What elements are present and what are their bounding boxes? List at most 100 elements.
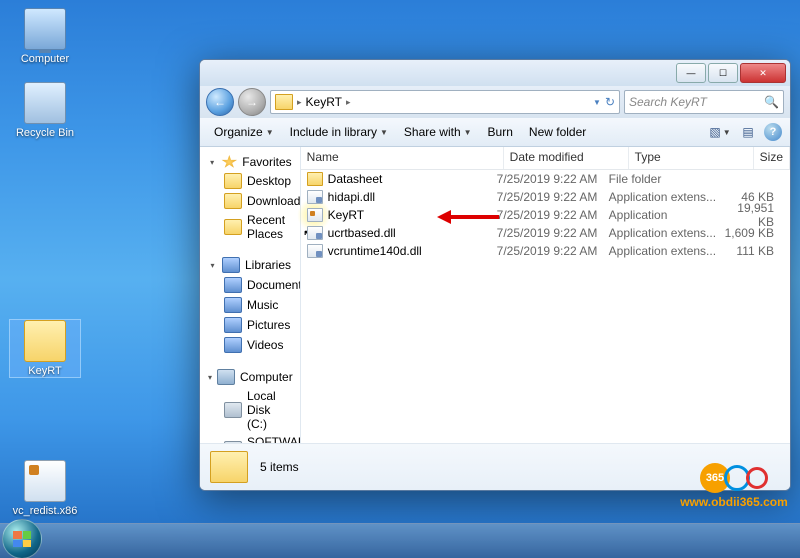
folder-icon xyxy=(210,451,248,483)
nav-item-downloads[interactable]: Downloads xyxy=(200,191,300,211)
minimize-button[interactable]: — xyxy=(676,63,706,83)
nav-libraries[interactable]: ▾Libraries xyxy=(200,255,300,275)
nav-item-documents[interactable]: Documents xyxy=(200,275,300,295)
windows-logo-icon xyxy=(13,531,31,547)
computer-icon xyxy=(24,8,66,50)
file-icon xyxy=(307,244,323,258)
videos-icon xyxy=(224,337,242,353)
new-folder-button[interactable]: New folder xyxy=(523,123,592,141)
watermark-ring-icon xyxy=(746,467,768,489)
file-date: 7/25/2019 9:22 AM xyxy=(497,226,609,240)
nav-computer[interactable]: ▾Computer xyxy=(200,367,300,387)
file-icon xyxy=(307,190,323,204)
breadcrumb-sep: ▸ xyxy=(346,97,351,108)
nav-item-music[interactable]: Music xyxy=(200,295,300,315)
file-list: Name Date modified Type Size ↖ Datasheet… xyxy=(301,147,790,443)
file-size: 19,951 KB xyxy=(721,201,790,229)
file-name: KeyRT xyxy=(328,208,364,222)
pictures-icon xyxy=(224,317,242,333)
installer-icon xyxy=(24,460,66,502)
file-row[interactable]: vcruntime140d.dll 7/25/2019 9:22 AMApplic… xyxy=(301,242,790,260)
desktop-icon-keyrt[interactable]: KeyRT xyxy=(10,320,80,377)
file-name: Datasheet xyxy=(328,172,383,186)
desktop-icon-recycle-bin[interactable]: Recycle Bin xyxy=(10,82,80,139)
help-button[interactable]: ? xyxy=(764,123,782,141)
file-date: 7/25/2019 9:22 AM xyxy=(497,208,609,222)
search-placeholder: Search KeyRT xyxy=(629,95,707,109)
file-type: File folder xyxy=(609,172,721,186)
folder-icon xyxy=(224,173,242,189)
start-button[interactable] xyxy=(2,519,42,558)
drive-icon xyxy=(224,402,242,418)
col-size[interactable]: Size xyxy=(754,147,790,169)
file-date: 7/25/2019 9:22 AM xyxy=(497,172,609,186)
star-icon xyxy=(221,155,237,169)
file-name: vcruntime140d.dll xyxy=(328,244,422,258)
file-row[interactable]: hidapi.dll 7/25/2019 9:22 AMApplication e… xyxy=(301,188,790,206)
column-headers: Name Date modified Type Size xyxy=(301,147,790,170)
forward-button[interactable]: → xyxy=(238,88,266,116)
close-button[interactable]: ✕ xyxy=(740,63,786,83)
taskbar[interactable] xyxy=(0,523,800,558)
file-row[interactable]: Datasheet 7/25/2019 9:22 AMFile folder xyxy=(301,170,790,188)
window-body: ▾Favorites Desktop Downloads Recent Plac… xyxy=(200,147,790,443)
toolbar: Organize▼ Include in library▼ Share with… xyxy=(200,118,790,147)
organize-button[interactable]: Organize▼ xyxy=(208,123,280,141)
file-date: 7/25/2019 9:22 AM xyxy=(497,190,609,204)
search-icon: 🔍 xyxy=(764,95,779,109)
folder-icon xyxy=(224,193,242,209)
file-row[interactable]: ucrtbased.dll 7/25/2019 9:22 AMApplicatio… xyxy=(301,224,790,242)
file-type: Application extens... xyxy=(609,244,721,258)
col-date[interactable]: Date modified xyxy=(504,147,629,169)
desktop-icon-computer[interactable]: Computer xyxy=(10,8,80,65)
documents-icon xyxy=(224,277,242,293)
titlebar[interactable]: — ☐ ✕ xyxy=(200,60,790,86)
maximize-button[interactable]: ☐ xyxy=(708,63,738,83)
nav-item-videos[interactable]: Videos xyxy=(200,335,300,355)
file-icon xyxy=(307,208,323,222)
file-date: 7/25/2019 9:22 AM xyxy=(497,244,609,258)
file-size: 111 KB xyxy=(721,244,790,258)
view-button[interactable]: ▧▼ xyxy=(708,122,732,142)
desktop-icon-label: Computer xyxy=(10,53,80,65)
nav-item-d-drive[interactable]: SOFTWARE (D:) xyxy=(200,433,300,443)
watermark: 365 www.obdii365.com xyxy=(674,456,794,516)
file-icon xyxy=(307,226,323,240)
address-bar: ← → ▸ KeyRT ▸ ▼ ↻ Search KeyRT 🔍 xyxy=(200,86,790,118)
search-input[interactable]: Search KeyRT 🔍 xyxy=(624,90,784,114)
share-button[interactable]: Share with▼ xyxy=(398,123,478,141)
explorer-window: — ☐ ✕ ← → ▸ KeyRT ▸ ▼ ↻ Search KeyRT 🔍 O… xyxy=(199,59,791,491)
music-icon xyxy=(224,297,242,313)
libraries-icon xyxy=(222,257,240,273)
breadcrumb-sep: ▸ xyxy=(297,97,302,108)
file-type: Application extens... xyxy=(609,226,721,240)
preview-button[interactable]: ▤ xyxy=(736,122,760,142)
include-button[interactable]: Include in library▼ xyxy=(284,123,394,141)
file-name: hidapi.dll xyxy=(328,190,375,204)
nav-item-c-drive[interactable]: Local Disk (C:) xyxy=(200,387,300,433)
file-type: Application xyxy=(609,208,721,222)
desktop-icon-label: KeyRT xyxy=(10,365,80,377)
nav-favorites[interactable]: ▾Favorites xyxy=(200,153,300,171)
refresh-button[interactable]: ↻ xyxy=(605,95,615,109)
file-row[interactable]: KeyRT7/25/2019 9:22 AMApplication19,951 … xyxy=(301,206,790,224)
burn-button[interactable]: Burn xyxy=(482,123,519,141)
desktop-icon-vcredist[interactable]: vc_redist.x86 xyxy=(10,460,80,517)
col-name[interactable]: Name xyxy=(301,147,504,169)
folder-icon xyxy=(275,94,293,110)
file-type: Application extens... xyxy=(609,190,721,204)
nav-item-pictures[interactable]: Pictures xyxy=(200,315,300,335)
file-name: ucrtbased.dll xyxy=(328,226,396,240)
nav-item-desktop[interactable]: Desktop xyxy=(200,171,300,191)
desktop-icon-label: vc_redist.x86 xyxy=(10,505,80,517)
col-type[interactable]: Type xyxy=(629,147,754,169)
back-button[interactable]: ← xyxy=(206,88,234,116)
folder-icon xyxy=(224,219,242,235)
location-field[interactable]: ▸ KeyRT ▸ ▼ ↻ xyxy=(270,90,620,114)
location-text: KeyRT xyxy=(306,95,342,109)
file-icon xyxy=(307,172,323,186)
computer-icon xyxy=(217,369,235,385)
recycle-bin-icon xyxy=(24,82,66,124)
desktop-icon-label: Recycle Bin xyxy=(10,127,80,139)
nav-item-recent[interactable]: Recent Places xyxy=(200,211,300,243)
